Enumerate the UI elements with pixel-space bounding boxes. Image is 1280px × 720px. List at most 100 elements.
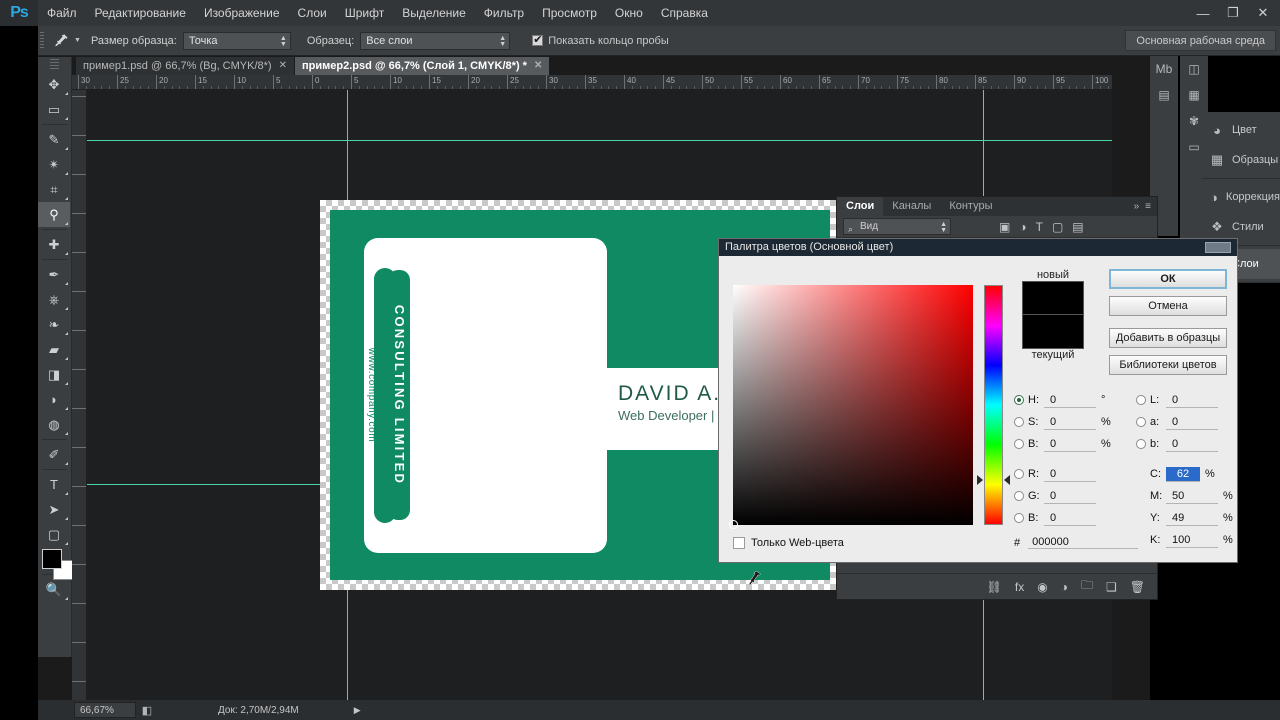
tab-primer2[interactable]: пример2.psd @ 66,7% (Слой 1, CMYK/8*) * … — [294, 57, 551, 75]
workspace-switcher[interactable]: Основная рабочая среда — [1125, 30, 1276, 51]
type-tool[interactable]: T — [38, 472, 70, 497]
field-value-h[interactable]: 0 — [1044, 393, 1096, 408]
color-picker-dialog[interactable]: Палитра цветов (Основной цвет) новый тек… — [718, 238, 1238, 563]
healing-brush-tool[interactable]: ✚ — [38, 232, 70, 257]
dock-panel-коррекция[interactable]: ◑ Коррекция — [1202, 182, 1280, 212]
ok-button[interactable]: ОК — [1109, 269, 1227, 289]
field-value-a[interactable]: 0 — [1166, 415, 1218, 430]
dock-panel-цвет[interactable]: ◕ Цвет — [1202, 115, 1280, 145]
options-bar-grip[interactable] — [40, 32, 44, 50]
image-filter-icon[interactable]: ▣ — [999, 220, 1010, 234]
color-swatches[interactable] — [42, 549, 73, 580]
radio-b-icon[interactable] — [1136, 439, 1146, 449]
menu-view[interactable]: Просмотр — [533, 0, 606, 26]
zoom-level-input[interactable]: 66,67% — [74, 702, 136, 718]
new-group-icon[interactable]: 🗀 — [1081, 576, 1093, 597]
close-icon[interactable]: ✕ — [1248, 2, 1278, 24]
web-colors-only-checkbox[interactable]: Только Web-цвета — [733, 537, 844, 549]
radio-h-icon[interactable] — [1014, 395, 1024, 405]
field-value-b[interactable]: 0 — [1044, 511, 1096, 526]
radio-s-icon[interactable] — [1014, 417, 1024, 427]
adjustment-filter-icon[interactable]: ◑ — [1019, 220, 1026, 234]
sample-size-select[interactable]: Точка ▲ ▼ — [182, 31, 291, 50]
tools-panel-grip[interactable] — [50, 59, 59, 69]
timeline-icon[interactable]: ▤ — [1150, 82, 1178, 108]
field-value-g[interactable]: 0 — [1044, 489, 1096, 504]
eyedropper-tool[interactable]: ⚲ — [38, 202, 70, 227]
close-icon[interactable]: ✕ — [534, 57, 542, 75]
field-value-m[interactable]: 50 — [1166, 489, 1218, 504]
fx-icon[interactable]: fx — [1015, 580, 1024, 594]
current-color-swatch[interactable] — [1022, 315, 1084, 349]
history-icon[interactable]: ◫ — [1180, 56, 1208, 82]
radio-g-icon[interactable] — [1014, 491, 1024, 501]
radio-l-icon[interactable] — [1136, 395, 1146, 405]
hue-slider[interactable] — [984, 285, 1003, 525]
add-mask-icon[interactable]: ◉ — [1037, 580, 1047, 594]
field-value-k[interactable]: 100 — [1166, 533, 1218, 548]
zoom-tool[interactable]: 🔍 — [38, 577, 70, 602]
radio-b-icon[interactable] — [1014, 513, 1024, 523]
path-selection-tool[interactable]: ➤ — [38, 497, 70, 522]
clone-stamp-tool[interactable]: ⎈ — [38, 287, 70, 312]
expand-panel-icon[interactable]: » — [1134, 201, 1140, 212]
type-filter-icon[interactable]: T — [1036, 220, 1043, 234]
menu-filter[interactable]: Фильтр — [475, 0, 533, 26]
menu-type[interactable]: Шрифт — [336, 0, 393, 26]
tab-paths[interactable]: Контуры — [940, 197, 1001, 216]
dodge-tool[interactable]: ◍ — [38, 412, 70, 437]
hex-input[interactable]: 000000 — [1028, 536, 1139, 549]
close-icon[interactable]: ✕ — [279, 57, 287, 75]
menu-help[interactable]: Справка — [652, 0, 717, 26]
gradient-tool[interactable]: ◨ — [38, 362, 70, 387]
new-layer-icon[interactable]: ❑ — [1106, 580, 1117, 594]
tab-layers[interactable]: Слои — [837, 197, 884, 216]
menu-image[interactable]: Изображение — [195, 0, 289, 26]
properties-icon[interactable]: ▦ — [1180, 82, 1208, 108]
adjustment-layer-icon[interactable]: ◑ — [1061, 580, 1068, 594]
field-value-y[interactable]: 49 — [1166, 511, 1218, 526]
panel-menu-icon[interactable]: ≡ — [1145, 201, 1151, 212]
menu-select[interactable]: Выделение — [393, 0, 475, 26]
field-value-l[interactable]: 0 — [1166, 393, 1218, 408]
radio-r-icon[interactable] — [1014, 469, 1024, 479]
eraser-tool[interactable]: ▰ — [38, 337, 70, 362]
mini-bridge-icon[interactable]: Mb — [1150, 56, 1178, 82]
field-value-s[interactable]: 0 — [1044, 415, 1096, 430]
lasso-tool[interactable]: ✎ — [38, 127, 70, 152]
shape-filter-icon[interactable]: ▢ — [1052, 220, 1063, 234]
color-libraries-button[interactable]: Библиотеки цветов — [1109, 355, 1227, 375]
new-color-swatch[interactable] — [1022, 281, 1084, 315]
status-menu-arrow-icon[interactable]: ▶ — [354, 705, 361, 716]
blur-tool[interactable]: ◗ — [38, 387, 70, 412]
delete-layer-icon[interactable]: 🗑 — [1130, 580, 1145, 594]
field-value-c[interactable]: 62 — [1166, 466, 1200, 482]
magic-wand-tool[interactable]: ✴ — [38, 152, 70, 177]
move-tool[interactable]: ✥ — [38, 72, 70, 97]
crop-tool[interactable]: ⌗ — [38, 177, 70, 202]
cancel-button[interactable]: Отмена — [1109, 296, 1227, 316]
hex-field-row[interactable]: # 000000 — [1014, 536, 1139, 549]
radio-a-icon[interactable] — [1136, 417, 1146, 427]
restore-icon[interactable]: ❐ — [1218, 2, 1248, 24]
menu-file[interactable]: Файл — [38, 0, 86, 26]
shape-tool[interactable]: ▢ — [38, 522, 70, 547]
tab-channels[interactable]: Каналы — [883, 197, 940, 216]
dock-panel-образцы[interactable]: ▦ Образцы — [1202, 145, 1280, 175]
link-layers-icon[interactable]: ⛓ — [987, 580, 1002, 594]
tool-preset-chevron-icon[interactable]: ▼ — [74, 37, 81, 44]
layer-filter-select[interactable]: ⌕ Вид ▲ ▼ — [843, 218, 951, 235]
add-to-swatches-button[interactable]: Добавить в образцы — [1109, 328, 1227, 348]
pen-tool[interactable]: ✐ — [38, 442, 70, 467]
radio-b-icon[interactable] — [1014, 439, 1024, 449]
menu-window[interactable]: Окно — [606, 0, 652, 26]
menu-layers[interactable]: Слои — [289, 0, 336, 26]
dialog-minimize-button[interactable] — [1205, 242, 1231, 253]
smart-object-filter-icon[interactable]: ▤ — [1072, 220, 1083, 234]
tab-primer1[interactable]: пример1.psd @ 66,7% (Bg, CMYK/8*) ✕ — [76, 57, 295, 75]
marquee-tool[interactable]: ▭ — [38, 97, 70, 122]
color-field-marker[interactable] — [729, 520, 738, 529]
menu-edit[interactable]: Редактирование — [86, 0, 195, 26]
field-value-r[interactable]: 0 — [1044, 467, 1096, 482]
brush-tool[interactable]: ✒ — [38, 262, 70, 287]
